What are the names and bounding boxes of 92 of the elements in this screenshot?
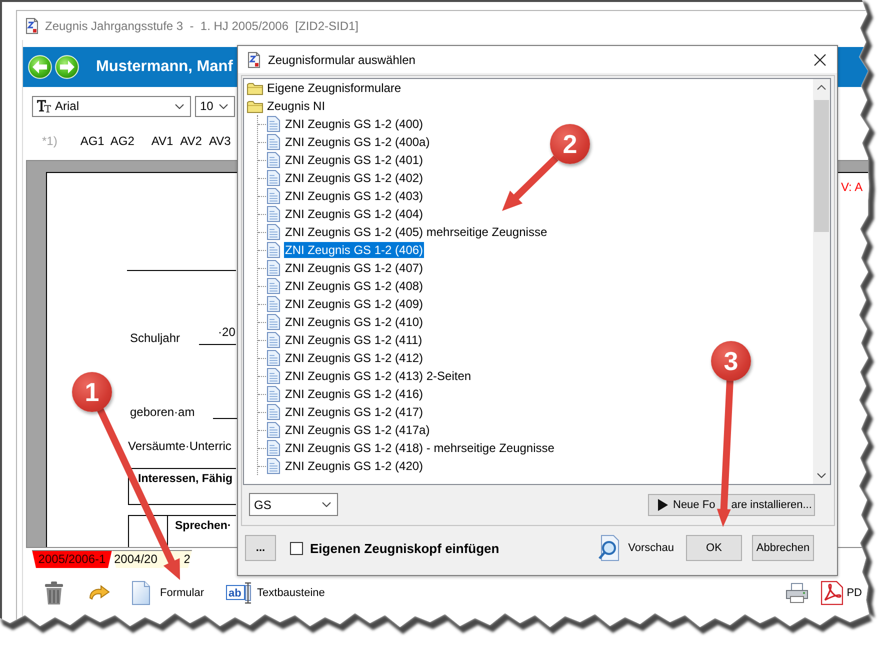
document-icon <box>267 368 280 384</box>
tree-item[interactable]: ZNI Zeugnis GS 1-2 (410) <box>284 314 424 330</box>
document-icon <box>267 350 280 366</box>
document-icon <box>267 260 280 276</box>
chevron-down-icon <box>175 104 184 108</box>
note-text: V: A <box>841 180 863 194</box>
table-cell: Interessen, Fähig <box>128 468 236 505</box>
tree-item[interactable]: ZNI Zeugnis GS 1-2 (402) <box>284 170 424 186</box>
tree-item[interactable]: ZNI Zeugnis GS 1-2 (409) <box>284 296 424 312</box>
document-icon <box>132 581 150 605</box>
font-dropdown[interactable]: Arial <box>32 96 191 116</box>
folder-icon <box>247 82 263 94</box>
trash-icon[interactable] <box>44 581 64 605</box>
document-icon <box>267 422 280 438</box>
document-magnifier-icon <box>598 535 622 561</box>
font-size-dropdown[interactable]: 10 <box>195 96 235 116</box>
document-icon <box>267 278 280 294</box>
tree-item[interactable]: ZNI Zeugnis GS 1-2 (406) <box>284 242 424 258</box>
tree-item[interactable]: ZNI Zeugnis GS 1-2 (401) <box>284 152 424 168</box>
tree-item[interactable]: ZNI Zeugnis GS 1-2 (412) <box>284 350 424 366</box>
tree-item[interactable]: ZNI Zeugnis GS 1-2 (403) <box>284 188 424 204</box>
tree-item[interactable]: ZNI Zeugnis GS 1-2 (417a) <box>284 422 431 438</box>
document-icon <box>267 134 280 150</box>
preview-button[interactable]: Vorschau <box>598 535 674 561</box>
document-icon <box>267 188 280 204</box>
field-label: geboren·am <box>130 405 195 419</box>
document-icon <box>267 458 280 474</box>
text-blocks-button[interactable]: ab Textbausteine <box>226 582 325 604</box>
chevron-down-icon[interactable] <box>817 473 826 478</box>
chevron-up-icon[interactable] <box>817 85 826 90</box>
checkbox[interactable] <box>290 542 303 554</box>
document-icon <box>267 404 280 420</box>
checkbox-label[interactable]: Eigenen Zeugniskopf einfügen <box>310 540 500 556</box>
document-icon <box>267 224 280 240</box>
scrollbar[interactable] <box>813 79 830 484</box>
dialog-title: Zeugnisformular auswählen <box>268 52 416 66</box>
document-icon <box>267 440 280 456</box>
printer-icon[interactable] <box>784 582 809 604</box>
window-title: Zeugnis Jahrgangsstufe 3 - 1. HJ 2005/2006 [ZID2-SID1] <box>45 18 358 32</box>
form-button[interactable]: Formular <box>132 581 204 605</box>
install-button[interactable]: Neue Fo are installieren... <box>648 494 815 516</box>
tree-item[interactable]: ZNI Zeugnis GS 1-2 (418) - mehrseitige Zeugnisse <box>284 440 556 456</box>
field-button[interactable]: AV3 <box>208 134 231 148</box>
tree-item[interactable]: ZNI Zeugnis GS 1-2 (413) 2-Seiten <box>284 368 472 384</box>
fill-in-line: ·20 <box>199 326 236 345</box>
pdf-button[interactable]: PD <box>820 581 862 605</box>
app-icon <box>247 52 261 68</box>
document-icon <box>267 170 280 186</box>
chevron-down-icon <box>322 502 331 507</box>
chevron-down-icon <box>219 104 228 108</box>
curved-arrow-icon[interactable] <box>88 585 110 601</box>
scrollbar-thumb[interactable] <box>814 100 829 232</box>
document-icon <box>267 242 280 258</box>
field-button[interactable]: AG2 <box>110 134 134 148</box>
play-icon <box>658 498 668 510</box>
field-label: Versäumte·Unterric <box>128 439 232 453</box>
document-icon <box>267 152 280 168</box>
document-icon <box>267 386 280 402</box>
tree-item[interactable]: Zeugnis NI <box>266 98 326 114</box>
more-button[interactable]: ... <box>245 535 276 561</box>
app-icon <box>25 18 39 34</box>
document-icon <box>267 116 280 132</box>
pdf-document-icon <box>820 581 843 605</box>
callout-arrow <box>502 156 558 211</box>
tree-item[interactable]: ZNI Zeugnis GS 1-2 (407) <box>284 260 424 276</box>
tree-item[interactable]: ZNI Zeugnis GS 1-2 (400a) <box>284 134 431 150</box>
cancel-button[interactable]: Abbrechen <box>752 535 814 561</box>
tree-item[interactable]: ZNI Zeugnis GS 1-2 (416) <box>284 386 424 402</box>
document-icon <box>267 332 280 348</box>
tree-item[interactable]: ZNI Zeugnis GS 1-2 (404) <box>284 206 424 222</box>
field-label: Schuljahr <box>130 331 180 345</box>
document-icon <box>267 314 280 330</box>
tree-item[interactable]: Eigene Zeugnisformulare <box>266 80 402 96</box>
document-icon <box>267 296 280 312</box>
field-button[interactable]: AG1 <box>80 134 104 148</box>
year-tab[interactable]: 2005/2006-1 <box>32 550 112 568</box>
close-icon[interactable] <box>814 54 826 66</box>
tree-item[interactable]: ZNI Zeugnis GS 1-2 (411) <box>284 332 424 348</box>
tree-item[interactable]: ZNI Zeugnis GS 1-2 (400) <box>284 116 424 132</box>
tree-item[interactable]: ZNI Zeugnis GS 1-2 (408) <box>284 278 424 294</box>
field-button[interactable]: AV1 <box>151 134 174 148</box>
font-icon <box>36 99 52 113</box>
tree-item[interactable]: ZNI Zeugnis GS 1-2 (405) mehrseitige Zeugnisse <box>284 224 548 240</box>
tree-item[interactable]: ZNI Zeugnis GS 1-2 (420) <box>284 458 424 474</box>
document-icon <box>267 206 280 222</box>
field-button[interactable]: AV2 <box>180 134 202 148</box>
table-cell-text: Sprechen· <box>174 519 232 534</box>
folder-icon <box>247 100 263 112</box>
ok-button[interactable]: OK <box>686 535 742 561</box>
type-dropdown[interactable]: GS <box>249 493 338 516</box>
tree-item[interactable]: ZNI Zeugnis GS 1-2 (417) <box>284 404 424 420</box>
student-name: Mustermann, Manf <box>96 58 233 76</box>
